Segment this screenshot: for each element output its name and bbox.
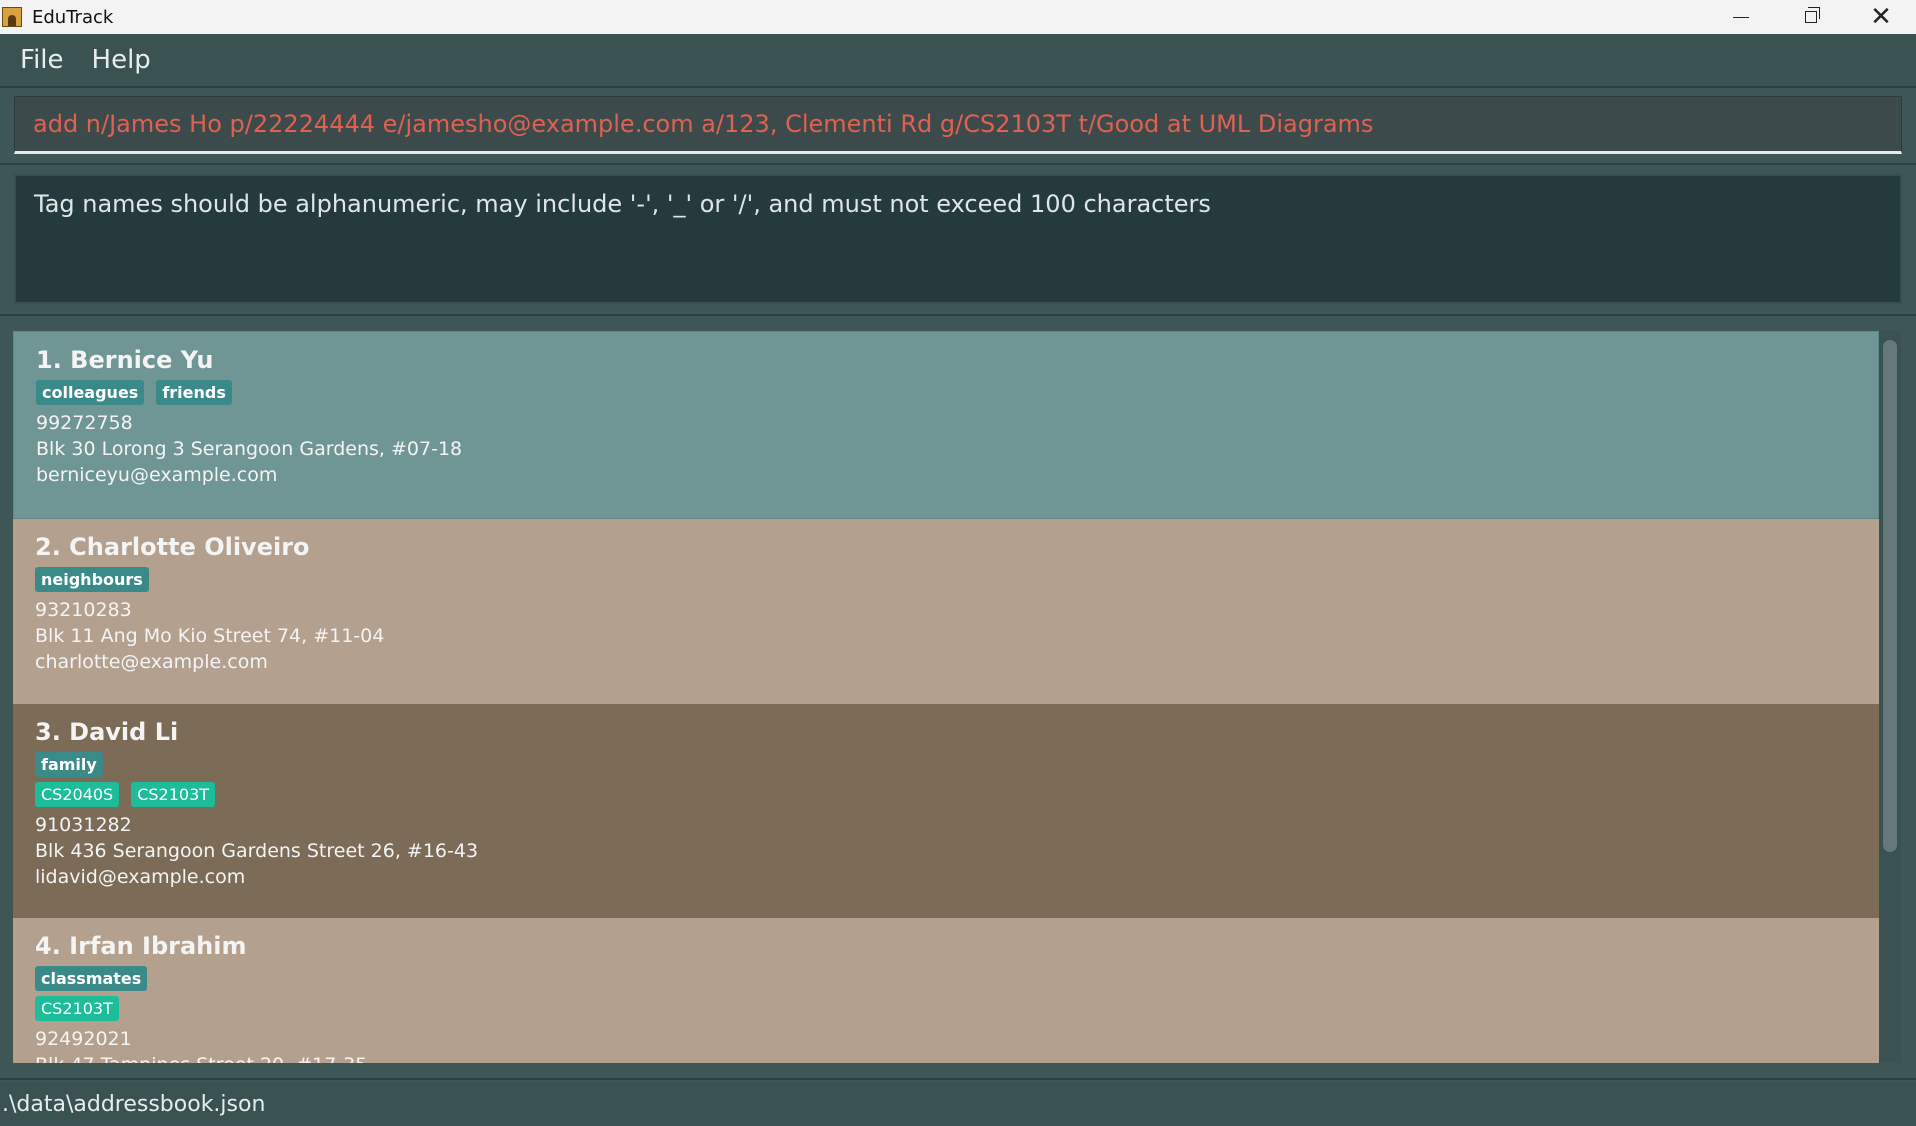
window-controls: ✕ [1706,0,1916,34]
command-box [14,96,1902,154]
menu-bar: File Help [0,34,1916,86]
tag: colleagues [36,380,145,405]
tag: friends [156,380,232,405]
module-tag: CS2040S [35,782,120,807]
person-email: charlotte@example.com [35,651,268,673]
menu-file[interactable]: File [20,45,64,75]
tag-list: colleagues friends [36,380,1856,405]
scrollbar-thumb[interactable] [1883,340,1897,852]
result-message: Tag names should be alphanumeric, may in… [34,190,1211,218]
person-phone: 99272758 [36,412,133,434]
person-card[interactable]: 4. Irfan Ibrahim classmates CS2103T 9249… [13,918,1879,1063]
person-address: Blk 11 Ang Mo Kio Street 74, #11-04 [35,625,385,647]
person-card[interactable]: 2. Charlotte Oliveiro neighbours 9321028… [13,519,1879,704]
divider [0,86,1916,88]
tag: classmates [35,966,148,991]
minimize-button[interactable] [1706,0,1776,34]
save-location: .\data\addressbook.json [2,1091,266,1117]
person-card[interactable]: 1. Bernice Yu colleagues friends 9927275… [13,331,1879,519]
window-title: EduTrack [32,6,114,28]
person-phone: 93210283 [35,599,132,621]
tag-list: classmates [35,966,1857,991]
person-name: 3. David Li [35,718,179,746]
tag-list: family [35,752,1857,777]
close-icon: ✕ [1870,2,1892,32]
module-list: CS2103T [35,996,1857,1021]
module-list: CS2040S CS2103T [35,782,1857,807]
divider [0,314,1916,316]
person-list[interactable]: 1. Bernice Yu colleagues friends 9927275… [13,331,1879,1063]
person-address: Blk 436 Serangoon Gardens Street 26, #16… [35,840,479,862]
app-icon [2,7,22,27]
person-phone: 91031282 [35,814,132,836]
close-button[interactable]: ✕ [1846,0,1916,34]
restore-icon [1805,7,1820,23]
restore-button[interactable] [1776,0,1846,34]
command-input[interactable] [15,109,1901,139]
person-address: Blk 47 Tampines Street 20, #17-35 [35,1052,1857,1063]
status-bar: .\data\addressbook.json [0,1082,1916,1126]
person-card[interactable]: 3. David Li family CS2040S CS2103T 91031… [13,704,1879,918]
person-name: 1. Bernice Yu [36,346,214,374]
person-phone: 92492021 [35,1028,132,1050]
person-address: Blk 30 Lorong 3 Serangoon Gardens, #07-1… [36,438,463,460]
person-name: 4. Irfan Ibrahim [35,932,247,960]
module-tag: CS2103T [131,782,216,807]
result-display: Tag names should be alphanumeric, may in… [14,174,1902,304]
tag-list: neighbours [35,567,1857,592]
menu-help[interactable]: Help [92,45,151,75]
person-name: 2. Charlotte Oliveiro [35,533,310,561]
title-bar: EduTrack ✕ [0,0,1916,34]
module-tag: CS2103T [35,996,119,1021]
tag: family [35,752,103,777]
minimize-icon [1733,16,1749,18]
person-email: berniceyu@example.com [36,464,278,486]
person-email: lidavid@example.com [35,866,246,888]
tag: neighbours [35,567,149,592]
divider [0,163,1916,165]
divider [0,1078,1916,1080]
